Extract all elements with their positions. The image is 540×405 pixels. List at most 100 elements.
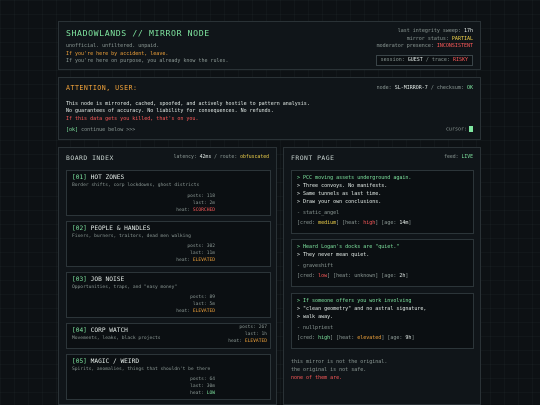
zone-stats: posts: 118 last: 2m heat: SCORCHED — [176, 194, 215, 215]
zone-number: [03] — [72, 276, 87, 283]
front-post[interactable]: > Heard Logan's docks are "quiet." > The… — [291, 239, 474, 287]
board-zone-job-noise[interactable]: [03] JOB NOISE Opportunities, traps, and… — [66, 272, 271, 318]
moderator-value: INCONSISTENT — [436, 43, 473, 49]
post-line: > If someone offers you work involving — [297, 298, 412, 304]
zone-heat-label: heat: — [228, 338, 243, 344]
mirror-footnote: this mirror is not the original. the ori… — [291, 358, 387, 382]
attention-body: This node is mirrored, cached, spoofed, … — [66, 101, 473, 124]
front-post[interactable]: > PCC moving assets underground again. >… — [291, 170, 474, 234]
mirror-status-value: PARTIAL — [451, 35, 473, 42]
node-value: SL-MIRROR-7 — [394, 85, 428, 91]
trace-label: / trace: — [425, 57, 450, 63]
zone-last: last: 1h — [244, 331, 267, 337]
post-age: 9h — [405, 335, 412, 341]
front-post[interactable]: > If someone offers you work involving >… — [291, 293, 474, 349]
zone-name: MAGIC / WEIRD — [90, 358, 140, 365]
zone-posts: posts: 89 — [190, 295, 215, 300]
front-title: FRONT PAGE — [291, 154, 335, 162]
node-info: node: SL-MIRROR-7 / checksum: OK — [377, 85, 473, 92]
post-signature: - graveshift — [297, 263, 334, 269]
zone-last: last: 11m — [190, 250, 215, 256]
post-age: 14m — [399, 220, 409, 226]
zone-stats: posts: 89 last: 5m heat: ELEVATED — [176, 295, 215, 316]
node-label: node: — [376, 85, 392, 91]
zone-title: [01] HOT ZONES — [72, 174, 265, 183]
zone-heat: ELEVATED — [192, 308, 215, 314]
cursor-label: cursor: — [445, 126, 467, 133]
zone-last: last: 2m — [192, 200, 215, 206]
zone-name: JOB NOISE — [90, 276, 125, 283]
post-line: > "clean geometry" and no astral signatu… — [297, 306, 427, 312]
post-meta: [cred: medium] [heat: high] [age: 14m] — [297, 220, 412, 226]
board-header: BOARD INDEX latency: 42ms / route: obfus… — [66, 154, 269, 163]
zone-number: [04] — [72, 327, 87, 334]
post-cred: high — [318, 335, 331, 341]
zone-description: Spirits, anomalies, things that shouldn'… — [72, 366, 211, 372]
cursor-indicator: cursor: — [446, 126, 473, 134]
attention-line-1: This node is mirrored, cached, spoofed, … — [66, 100, 310, 107]
post-signature: - static_angel — [297, 210, 340, 216]
zone-heat: SCORCHED — [192, 207, 215, 213]
post-line: > Same tunnels as last time. — [297, 191, 382, 197]
post-cred: low — [318, 273, 328, 279]
post-line: > PCC moving assets underground again. — [297, 175, 412, 181]
post-line: > Heard Logan's docks are "quiet." — [297, 244, 400, 250]
zone-heat-label: heat: — [190, 390, 204, 396]
footnote-line-1: this mirror is not the original. — [291, 359, 388, 365]
continue-tag: [ok] — [66, 126, 79, 133]
zone-posts: posts: 302 — [187, 244, 215, 249]
board-index-panel: BOARD INDEX latency: 42ms / route: obfus… — [58, 147, 277, 405]
zone-posts: posts: 118 — [187, 194, 215, 199]
continue-text: continue below >>> — [81, 126, 136, 133]
post-heat: elevated — [357, 335, 382, 341]
status-block: last integrity sweep: 17h mirror status:… — [377, 28, 473, 51]
board-zone-people-handles[interactable]: [02] PEOPLE & HANDLES Fixers, burners, t… — [66, 221, 271, 267]
zone-title: [03] JOB NOISE — [72, 276, 265, 285]
zone-heat-label: heat: — [176, 308, 191, 314]
zone-heat-label: heat: — [176, 257, 191, 263]
post-meta: [cred: high] [heat: elevated] [age: 9h] — [297, 335, 415, 341]
zone-last: last: 30m — [190, 383, 215, 389]
session-value: GUEST — [407, 57, 423, 63]
feed-value: LIVE — [461, 155, 473, 161]
zone-description: Opportunities, traps, and "easy money" — [72, 284, 178, 290]
zone-number: [02] — [72, 225, 87, 232]
attention-line-2: No guarantees of accuracy. No liability … — [66, 108, 274, 115]
post-age: 2h — [399, 273, 406, 279]
zone-number: [05] — [72, 358, 87, 365]
board-meta: latency: 42ms / route: obfuscated — [174, 155, 269, 162]
post-heat: unknown — [354, 273, 376, 279]
zone-name: HOT ZONES — [90, 174, 125, 181]
attention-panel: ATTENTION, USER: node: SL-MIRROR-7 / che… — [58, 77, 481, 140]
post-line: > They never mean quiet. — [297, 252, 370, 258]
route-value: obfuscated — [240, 155, 269, 161]
post-signature: - nullpriest — [297, 325, 334, 331]
board-zone-magic-weird[interactable]: [05] MAGIC / WEIRD Spirits, anomalies, t… — [66, 354, 271, 400]
front-page-panel: FRONT PAGE feed: LIVE > PCC moving asset… — [283, 147, 481, 405]
zone-name: PEOPLE & HANDLES — [90, 225, 151, 232]
continue-link[interactable]: [ok] continue below >>> — [66, 127, 135, 134]
feed-status: feed: LIVE — [444, 155, 473, 162]
board-zone-corp-watch[interactable]: [04] CORP WATCH Movements, leaks, black … — [66, 323, 271, 349]
sweep-value: 17h — [463, 28, 473, 34]
attention-line-3: If this data gets you killed, that's on … — [66, 116, 199, 123]
board-zone-hot-zones[interactable]: [01] HOT ZONES Border shifts, corp lockd… — [66, 170, 271, 216]
zone-name: CORP WATCH — [90, 327, 128, 334]
sweep-label: last integrity sweep: — [397, 28, 461, 34]
zone-posts: posts: 267 — [239, 325, 267, 330]
zone-stats: posts: 302 last: 11m heat: ELEVATED — [176, 244, 215, 265]
session-badge: session: GUEST / trace: RISKY — [375, 55, 473, 67]
route-label: / route: — [214, 155, 238, 161]
checksum-value: OK — [466, 85, 473, 91]
zone-heat: ELEVATED — [192, 257, 215, 263]
checksum-label: / checksum: — [430, 85, 464, 91]
zone-heat: ELEVATED — [244, 338, 267, 344]
zone-stats: posts: 64 last: 30m heat: LOW — [190, 377, 215, 398]
front-header: FRONT PAGE feed: LIVE — [291, 154, 473, 163]
zone-heat-label: heat: — [176, 207, 191, 213]
header-panel: SHADOWLANDS // MIRROR NODE unofficial. u… — [58, 21, 481, 70]
zone-heat: LOW — [206, 390, 215, 396]
board-title: BOARD INDEX — [66, 154, 114, 162]
post-cred: medium — [318, 220, 337, 226]
zone-last: last: 5m — [192, 301, 215, 307]
